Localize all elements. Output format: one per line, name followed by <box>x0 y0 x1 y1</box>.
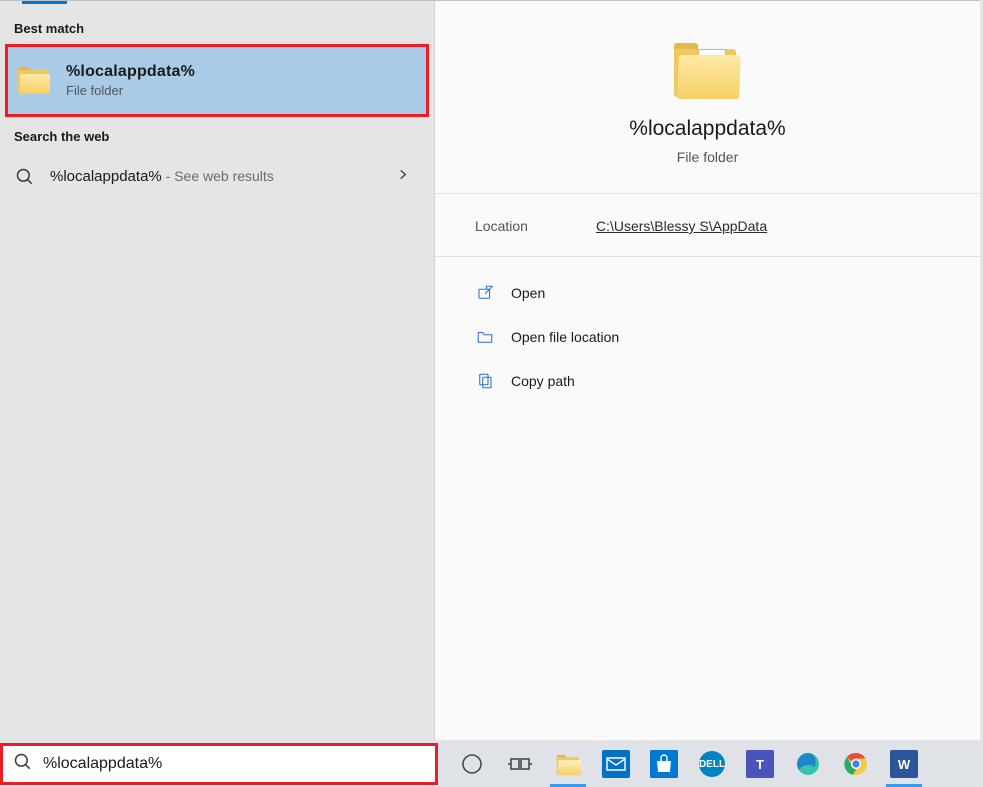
search-icon <box>14 166 36 188</box>
best-match-subtitle: File folder <box>66 83 195 98</box>
preview-location-row: Location C:\Users\Blessy S\AppData <box>435 194 980 257</box>
preview-title: %localappdata% <box>629 117 785 141</box>
search-web-header: Search the web <box>0 117 434 152</box>
folder-location-icon <box>475 327 495 347</box>
teams-button[interactable]: T <box>736 741 784 787</box>
preview-header: %localappdata% File folder <box>435 1 980 194</box>
file-explorer-button[interactable] <box>544 741 592 787</box>
copy-path-label: Copy path <box>511 373 575 389</box>
copy-path-action[interactable]: Copy path <box>469 363 946 399</box>
results-column: Best match %localappdata% File folder Se… <box>0 1 434 740</box>
windows-search-panel: Best match %localappdata% File folder Se… <box>0 0 980 740</box>
location-link[interactable]: C:\Users\Blessy S\AppData <box>596 218 767 234</box>
best-match-header: Best match <box>0 9 434 44</box>
best-match-text: %localappdata% File folder <box>66 63 195 98</box>
web-result-subtitle: - See web results <box>162 168 274 184</box>
cortana-button[interactable] <box>448 741 496 787</box>
copy-icon <box>475 371 495 391</box>
folder-icon <box>674 43 742 99</box>
word-button[interactable]: W <box>880 741 928 787</box>
open-file-location-action[interactable]: Open file location <box>469 319 946 355</box>
taskbar: DELL T W <box>0 741 983 787</box>
preview-pane: %localappdata% File folder Location C:\U… <box>434 1 980 740</box>
chrome-button[interactable] <box>832 741 880 787</box>
best-match-title: %localappdata% <box>66 63 195 81</box>
open-label: Open <box>511 285 545 301</box>
edge-button[interactable] <box>784 741 832 787</box>
mail-button[interactable] <box>592 741 640 787</box>
location-label: Location <box>475 218 528 234</box>
taskbar-search-box[interactable] <box>0 743 438 785</box>
web-result-text: %localappdata% - See web results <box>50 168 274 186</box>
best-match-result[interactable]: %localappdata% File folder <box>5 44 429 117</box>
active-scope-indicator <box>22 1 67 4</box>
taskbar-search-input[interactable] <box>43 755 425 773</box>
store-button[interactable] <box>640 741 688 787</box>
dell-app-button[interactable]: DELL <box>688 741 736 787</box>
chevron-right-icon <box>396 168 410 187</box>
search-icon <box>13 752 33 777</box>
preview-type: File folder <box>677 149 738 165</box>
open-file-location-label: Open file location <box>511 329 619 345</box>
open-icon <box>475 283 495 303</box>
web-search-result[interactable]: %localappdata% - See web results <box>0 152 434 202</box>
taskbar-icons: DELL T W <box>448 741 928 787</box>
task-view-button[interactable] <box>496 741 544 787</box>
folder-icon <box>18 67 52 95</box>
web-result-title: %localappdata% <box>50 168 162 185</box>
open-action[interactable]: Open <box>469 275 946 311</box>
preview-actions: Open Open file location Copy path <box>435 257 980 417</box>
